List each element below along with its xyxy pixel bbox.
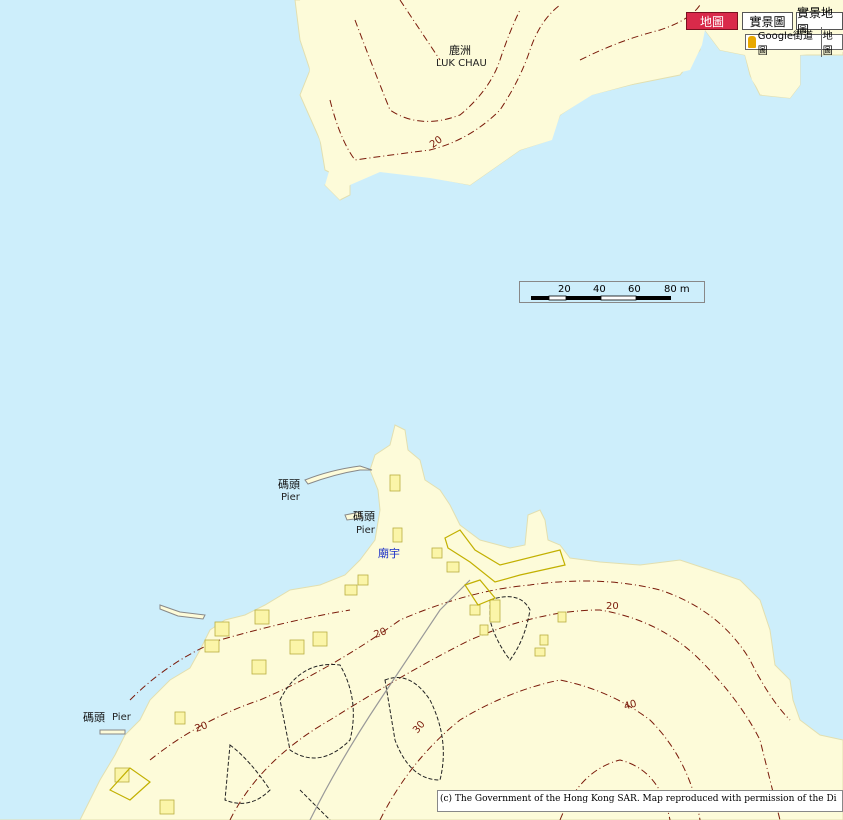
map-type-map-button[interactable]: 地圖 [686, 12, 738, 30]
scale-tick-40: 40 [593, 284, 606, 295]
luk-chau-label-en: LUK CHAU [436, 58, 487, 69]
pier2-label-zh: 碼頭 [353, 510, 375, 523]
streetview-map-label: 地圖 [820, 27, 842, 57]
pier1-label-zh: 碼頭 [278, 478, 300, 491]
streetview-label: Google街道圖 [757, 31, 813, 57]
scale-bar: 20 40 60 80 m [519, 281, 705, 303]
map-canvas[interactable] [0, 0, 843, 820]
pier3-label-zh: 碼頭 [83, 711, 105, 724]
copyright-notice: (c) The Government of the Hong Kong SAR.… [437, 790, 843, 812]
pier2-label-en: Pier [356, 525, 375, 536]
pier3-label-en: Pier [112, 712, 131, 723]
streetview-button[interactable]: Google街道圖 地圖 [745, 27, 843, 57]
scale-tick-60: 60 [628, 284, 641, 295]
pegman-icon [748, 36, 756, 48]
pier1-label-en: Pier [281, 492, 300, 503]
scale-tick-20: 20 [558, 284, 571, 295]
scale-tick-80: 80 m [664, 284, 690, 295]
luk-chau-label-zh: 鹿洲 [449, 44, 471, 57]
contour-label: 20 [606, 601, 619, 612]
temple-label: 廟宇 [378, 547, 400, 560]
